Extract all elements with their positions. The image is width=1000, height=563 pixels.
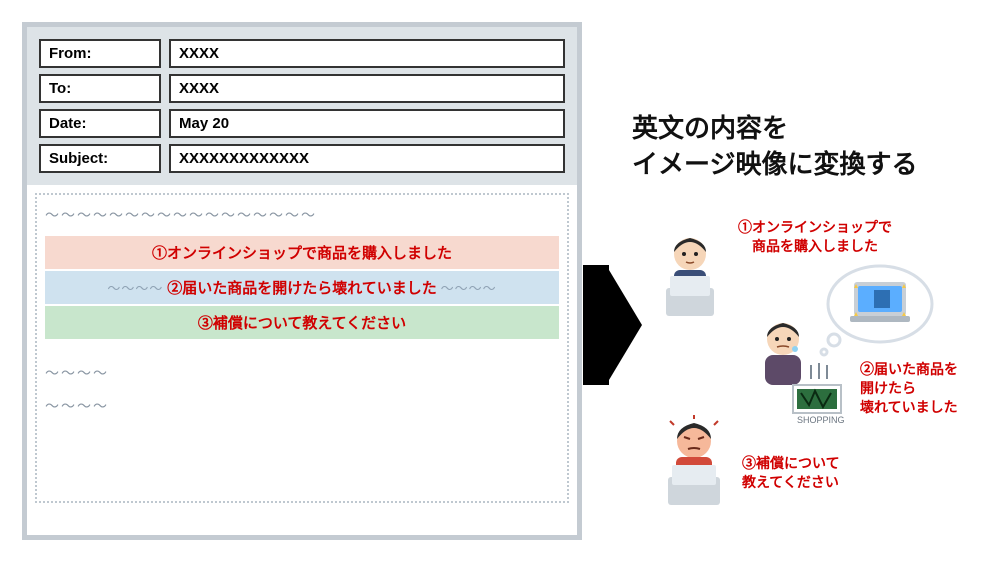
caption-1-l2: 商品を購入しました [752,238,878,254]
caption-2-l3: 壊れていました [860,399,958,415]
wave-line: ～～～～ [45,361,559,394]
body-line-1: ①オンラインショップで商品を購入しました [45,236,559,269]
caption-1: ①オンラインショップで 商品を購入しました [738,218,892,256]
wave-line: ～～～～ [45,394,559,427]
email-panel: From: XXXX To: XXXX Date: May 20 Subject… [22,22,582,540]
body-line-3-text: ③補償について教えてください [198,315,406,332]
email-header-row: Date: May 20 [39,109,565,138]
illus-person-laptop-angry [650,415,740,520]
header-value-date: May 20 [169,109,565,138]
header-label-subject: Subject: [39,144,161,173]
right-title-line1: 英文の内容を [632,113,788,143]
header-value-to: XXXX [169,74,565,103]
body-line-1-text: ①オンラインショップで商品を購入しました [152,245,452,262]
caption-3-l1: ③補償について [742,455,840,471]
arrow-icon [583,265,642,390]
email-header-row: To: XXXX [39,74,565,103]
header-value-subject: XXXXXXXXXXXXX [169,144,565,173]
wave-prefix: ～～～～ [107,281,163,296]
header-label-from: From: [39,39,161,68]
svg-text:SHOPPING: SHOPPING [797,415,845,425]
caption-2-l2: 開けたら [860,380,916,396]
caption-1-l1: ①オンラインショップで [738,219,892,235]
email-header-row: Subject: XXXXXXXXXXXXX [39,144,565,173]
header-label-to: To: [39,74,161,103]
email-header-row: From: XXXX [39,39,565,68]
caption-3-l2: 教えてください [742,474,839,490]
right-title: 英文の内容を イメージ映像に変換する [632,110,917,183]
body-line-2: ～～～～ ②届いた商品を開けたら壊れていました ～～～～ [45,271,559,304]
illus-person-laptop-1 [650,230,730,325]
body-line-3: ③補償について教えてください [45,306,559,339]
header-value-from: XXXX [169,39,565,68]
body-line-2-text: ②届いた商品を開けたら壊れていました [167,280,437,297]
right-title-line2: イメージ映像に変換する [632,149,917,179]
email-header-block: From: XXXX To: XXXX Date: May 20 Subject… [27,27,577,185]
header-label-date: Date: [39,109,161,138]
wave-line: ～～～～～～～～～～～～～～～～～ [45,203,559,236]
caption-3: ③補償について 教えてください [742,454,840,492]
email-body-block: ～～～～～～～～～～～～～～～～～ ①オンラインショップで商品を購入しました ～… [35,193,569,503]
illus-person-broken-box: SHOPPING [735,315,855,440]
wave-suffix: ～～～～ [441,281,497,296]
caption-2: ②届いた商品を 開けたら 壊れていました [860,360,958,417]
